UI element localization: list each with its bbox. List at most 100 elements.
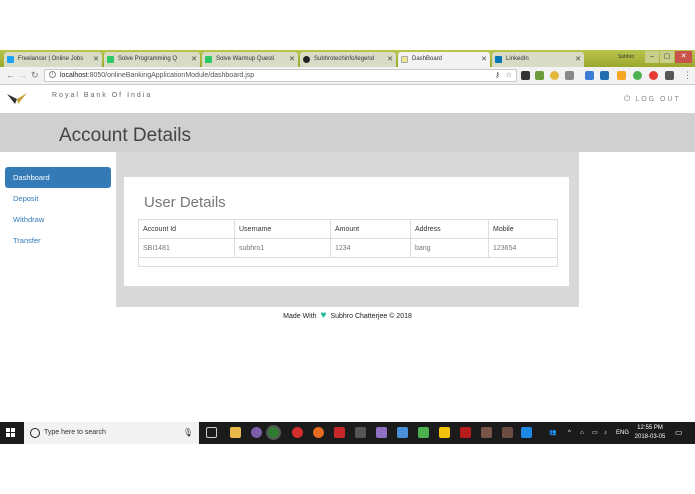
profile-button[interactable]: Subhro (618, 52, 640, 62)
content-frame: User Details Account Id Username Amount … (116, 152, 579, 307)
close-icon[interactable]: ✕ (191, 52, 197, 67)
back-icon[interactable]: ← (6, 70, 15, 81)
tab-label: LinkedIn (506, 56, 529, 62)
sidebar-item-deposit[interactable]: Deposit (5, 188, 111, 209)
page-icon (401, 56, 408, 63)
browser-tab-dashboard[interactable]: DashBoard ✕ (398, 52, 490, 67)
info-icon[interactable]: i (49, 71, 56, 78)
linkedin-icon (495, 56, 502, 63)
extension-icon[interactable] (617, 71, 626, 80)
table-row: SBI1481 subhro1 1234 bang 123654 (138, 238, 558, 258)
notepad-icon[interactable] (418, 427, 429, 438)
app-icon[interactable] (502, 427, 513, 438)
key-icon[interactable]: ⚷ (495, 70, 500, 81)
app-icon[interactable] (397, 427, 408, 438)
table-cell: bang (410, 238, 489, 258)
tab-label: Subhrotechinfo/legend (314, 56, 375, 62)
clock-time: 12:55 PM (637, 425, 663, 431)
close-icon[interactable]: ✕ (387, 52, 393, 67)
minimize-button[interactable]: – (645, 51, 659, 63)
bank-logo-icon (7, 93, 27, 104)
close-icon[interactable]: ✕ (289, 52, 295, 67)
browser-tab-programming[interactable]: Solve Programming Q ✕ (104, 52, 200, 67)
url-path: :8050/onlineBankingApplicationModule/das… (87, 72, 255, 79)
column-header: Amount (330, 219, 411, 239)
taskbar-search-input[interactable]: Type here to search 🎙 (24, 422, 199, 444)
firefox-icon[interactable] (313, 427, 324, 438)
forward-icon[interactable]: → (18, 70, 27, 81)
system-clock[interactable]: 12:55 PM 2018-03-05 (632, 424, 668, 442)
notifications-icon[interactable]: ▭ (675, 422, 683, 444)
extension-icon[interactable] (633, 71, 642, 80)
extension-icon[interactable] (521, 71, 530, 80)
app-icon[interactable] (521, 427, 532, 438)
people-icon[interactable]: 👥 (549, 422, 556, 444)
file-explorer-icon[interactable] (230, 427, 241, 438)
sidebar-item-transfer[interactable]: Transfer (5, 230, 111, 251)
tab-label: DashBoard (412, 56, 443, 62)
close-icon[interactable]: ✕ (575, 52, 581, 67)
page-header: Account Details (0, 113, 695, 152)
address-bar[interactable]: i localhost:8050/onlineBankingApplicatio… (44, 69, 517, 82)
extension-icon[interactable] (565, 71, 574, 80)
table-cell: subhro1 (234, 238, 331, 258)
chrome-icon[interactable] (268, 427, 279, 438)
maximize-button[interactable]: ▢ (660, 51, 674, 63)
extension-icon[interactable] (585, 71, 594, 80)
sidebar-nav: Dashboard Deposit Withdraw Transfer (5, 167, 111, 251)
browser-tab-freelancer[interactable]: Freelancer | Online Jobs ✕ (4, 52, 102, 67)
column-header: Address (410, 219, 489, 239)
bookmark-star-icon[interactable]: ☆ (506, 70, 512, 81)
logout-label: LOG OUT (635, 96, 681, 103)
battery-icon[interactable]: ▭ (592, 422, 598, 444)
search-placeholder: Type here to search (44, 429, 106, 436)
app-icon[interactable] (355, 427, 366, 438)
sidebar-item-dashboard[interactable]: Dashboard (5, 167, 111, 188)
footer-credit: Subhro Chatterjee © 2018 (330, 313, 412, 320)
sidebar-item-withdraw[interactable]: Withdraw (5, 209, 111, 230)
microphone-icon[interactable]: 🎙 (183, 422, 193, 444)
extension-icon[interactable] (665, 71, 674, 80)
menu-kebab-icon[interactable]: ⋮ (683, 70, 692, 81)
task-view-icon[interactable] (206, 427, 217, 438)
extension-icon[interactable] (600, 71, 609, 80)
hackerrank-icon (107, 56, 114, 63)
extension-icon[interactable] (649, 71, 658, 80)
language-indicator[interactable]: ENG (616, 422, 629, 444)
page-title: Account Details (59, 125, 192, 146)
network-icon[interactable]: ⌂ (580, 422, 584, 444)
browser-tab-github[interactable]: Subhrotechinfo/legend ✕ (300, 52, 396, 67)
column-header: Mobile (488, 219, 558, 239)
volume-icon[interactable]: ♪ (604, 422, 607, 444)
download-manager-icon[interactable] (334, 427, 345, 438)
reload-icon[interactable]: ↻ (31, 70, 39, 81)
logout-link[interactable]: ⏻ LOG OUT (624, 94, 681, 104)
footer-prefix: Made With (283, 313, 317, 320)
tab-label: Solve Programming Q (118, 56, 178, 62)
table-footer-row (138, 257, 558, 267)
browser-tab-warmup[interactable]: Solve Warmup Questi ✕ (202, 52, 298, 67)
twitter-icon (7, 56, 14, 63)
tray-chevron-icon[interactable]: ^ (568, 422, 571, 444)
app-icon[interactable] (481, 427, 492, 438)
opera-icon[interactable] (292, 427, 303, 438)
app-icon[interactable] (251, 427, 262, 438)
table-cell: 1234 (330, 238, 411, 258)
extension-icon[interactable] (550, 71, 559, 80)
table-cell: 123654 (488, 238, 558, 258)
browser-tab-linkedin[interactable]: LinkedIn ✕ (492, 52, 584, 67)
extension-icon[interactable] (535, 71, 544, 80)
app-icon[interactable] (439, 427, 450, 438)
app-icon[interactable] (460, 427, 471, 438)
close-icon[interactable]: ✕ (481, 52, 487, 67)
page-footer: Made With ♥ Subhro Chatterjee © 2018 (0, 310, 695, 321)
card-title: User Details (144, 194, 226, 211)
windows-start-icon[interactable] (6, 428, 16, 438)
window-close-button[interactable]: ✕ (675, 51, 692, 63)
column-header: Username (234, 219, 331, 239)
cortana-icon (30, 428, 40, 438)
app-icon[interactable] (376, 427, 387, 438)
web-page: Royal Bank Of India ⏻ LOG OUT Account Det… (0, 86, 695, 416)
close-icon[interactable]: ✕ (93, 52, 99, 67)
tab-label: Solve Warmup Questi (216, 56, 275, 62)
